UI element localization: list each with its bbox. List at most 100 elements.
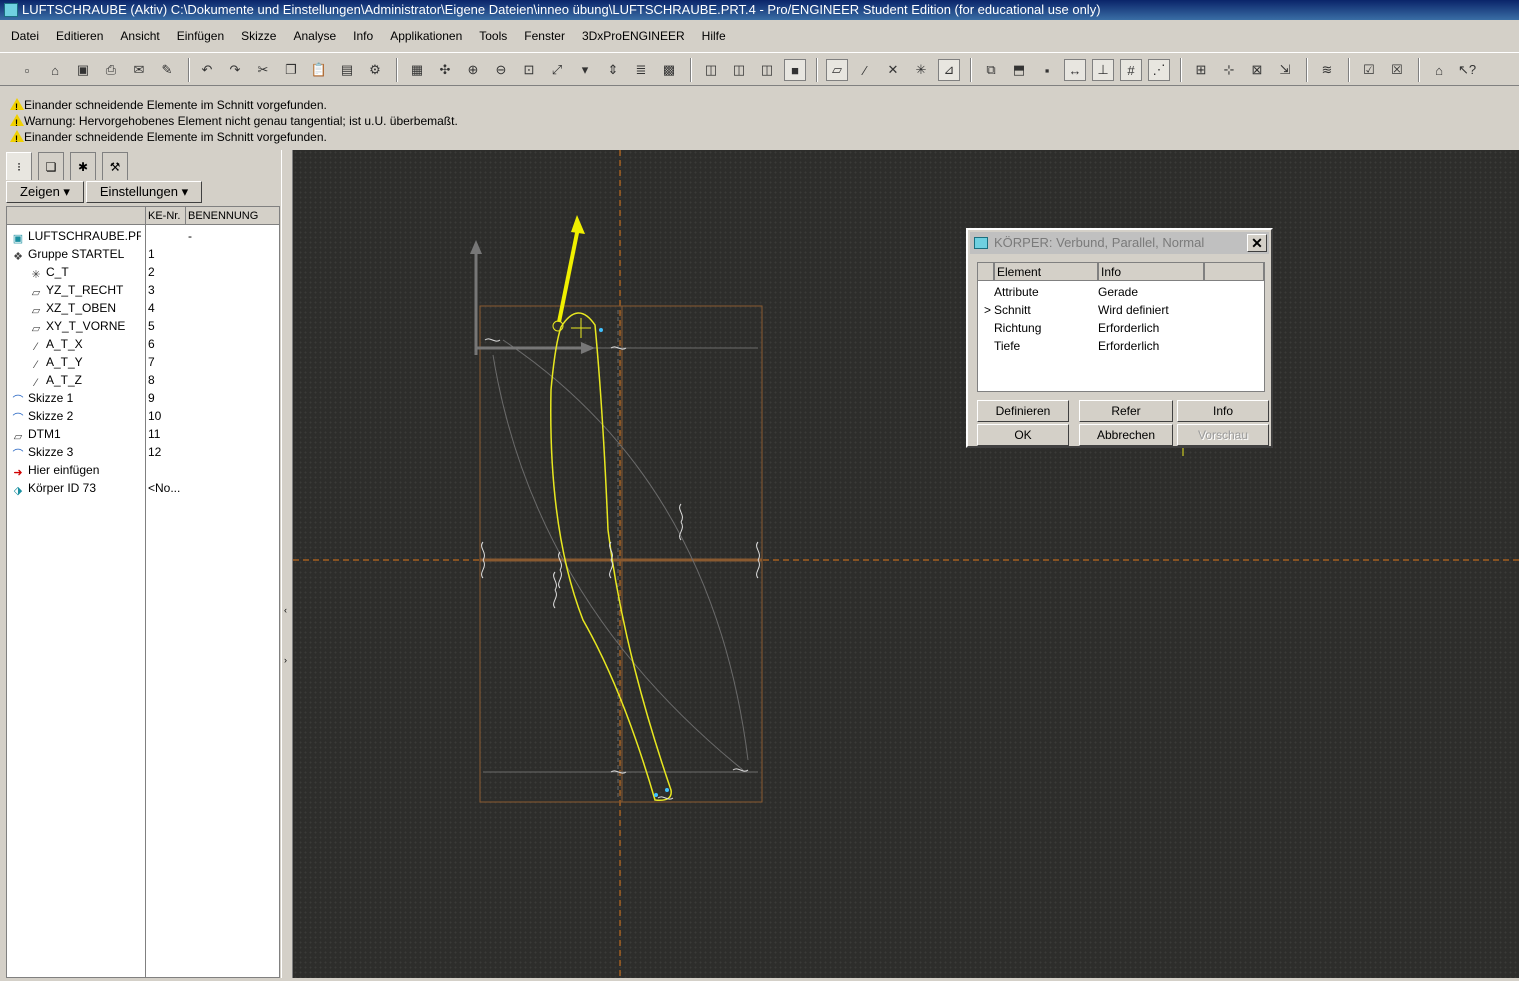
context-help-icon[interactable]: ↖? bbox=[1456, 59, 1478, 81]
show-grid-icon[interactable]: # bbox=[1120, 59, 1142, 81]
element-row[interactable]: Tiefe Erforderlich bbox=[978, 337, 1264, 355]
wireframe-icon[interactable]: ◫ bbox=[700, 59, 722, 81]
tree-item[interactable]: ▱ XZ_T_OBEN 4 bbox=[7, 299, 279, 317]
saved-views-icon[interactable]: ▾ bbox=[574, 59, 596, 81]
menu-ansicht[interactable]: Ansicht bbox=[109, 26, 165, 46]
tree-item[interactable]: ▣ LUFTSCHRAUBE.PRT - bbox=[7, 227, 279, 245]
tab-folder-browser[interactable]: ❏ bbox=[38, 152, 64, 180]
datum-axes-icon[interactable]: ⁄ bbox=[854, 59, 876, 81]
column-header-name[interactable]: BENENNUNG bbox=[185, 207, 279, 225]
refit-icon[interactable]: ⊡ bbox=[518, 59, 540, 81]
info-button[interactable]: Info bbox=[1177, 400, 1269, 422]
tree-item[interactable]: ⁄ A_T_X 6 bbox=[7, 335, 279, 353]
open-folder-icon[interactable]: ⌂ bbox=[44, 59, 66, 81]
preview-button[interactable]: Vorschau bbox=[1177, 424, 1269, 446]
tree-item[interactable]: ▱ YZ_T_RECHT 3 bbox=[7, 281, 279, 299]
menu-skizze[interactable]: Skizze bbox=[230, 26, 282, 46]
sketch-orient-icon[interactable]: ⬒ bbox=[1008, 59, 1030, 81]
refer-button[interactable]: Refer bbox=[1079, 400, 1173, 422]
csys-tool-icon[interactable]: ⇲ bbox=[1274, 59, 1296, 81]
redo-icon[interactable]: ↷ bbox=[224, 59, 246, 81]
datum-plane-tool-icon[interactable]: ⊞ bbox=[1190, 59, 1212, 81]
zoom-in-icon[interactable]: ⊕ bbox=[462, 59, 484, 81]
element-row[interactable]: Attribute Gerade bbox=[978, 283, 1264, 301]
new-file-icon[interactable]: ▫ bbox=[16, 59, 38, 81]
cut-icon[interactable]: ✂ bbox=[252, 59, 274, 81]
column-header-tree[interactable] bbox=[7, 207, 145, 225]
tab-connections[interactable]: ⚒ bbox=[102, 152, 128, 180]
menu-info[interactable]: Info bbox=[342, 26, 379, 46]
sketch-setup-icon[interactable]: ⧉ bbox=[980, 59, 1002, 81]
datum-planes-icon[interactable]: ▱ bbox=[826, 59, 848, 81]
close-window-icon[interactable]: ☒ bbox=[1386, 59, 1408, 81]
tree-item[interactable]: ⬗ Körper ID 73 <No... bbox=[7, 479, 279, 497]
undo-icon[interactable]: ↶ bbox=[196, 59, 218, 81]
close-icon[interactable]: ✕ bbox=[1247, 234, 1267, 252]
column-header-nr[interactable]: KE-Nr. bbox=[145, 207, 185, 225]
tree-item[interactable]: ▱ DTM1 11 bbox=[7, 425, 279, 443]
settings-dropdown-button[interactable]: Einstellungen ▾ bbox=[86, 181, 202, 203]
column-header-element[interactable]: Element bbox=[994, 263, 1098, 281]
tree-item[interactable]: ⌒ Skizze 1 9 bbox=[7, 389, 279, 407]
layers-icon[interactable]: ≣ bbox=[630, 59, 652, 81]
dialog-title-bar[interactable]: KÖRPER: Verbund, Parallel, Normal ✕ bbox=[970, 232, 1269, 254]
home-icon[interactable]: ⌂ bbox=[1428, 59, 1450, 81]
menu-analyse[interactable]: Analyse bbox=[282, 26, 342, 46]
regenerate-icon[interactable]: ⚙ bbox=[364, 59, 386, 81]
shading-icon[interactable]: ■ bbox=[784, 59, 806, 81]
menu-einfuegen[interactable]: Einfügen bbox=[166, 26, 230, 46]
save-icon[interactable]: ▣ bbox=[72, 59, 94, 81]
menu-fenster[interactable]: Fenster bbox=[513, 26, 571, 46]
datum-points-icon[interactable]: ✕ bbox=[882, 59, 904, 81]
menu-tools[interactable]: Tools bbox=[468, 26, 513, 46]
menu-3dxproengineer[interactable]: 3DxProENGINEER bbox=[571, 26, 691, 46]
tree-item[interactable]: ⌒ Skizze 3 12 bbox=[7, 443, 279, 461]
column-header-info[interactable]: Info bbox=[1098, 263, 1204, 281]
tree-item[interactable]: ⁄ A_T_Y 7 bbox=[7, 353, 279, 371]
menu-datei[interactable]: Datei bbox=[0, 26, 45, 46]
tab-model-tree[interactable]: ⁝ bbox=[6, 152, 32, 180]
view-orientation-icon[interactable]: ⇕ bbox=[602, 59, 624, 81]
analysis-icon[interactable]: ≋ bbox=[1316, 59, 1338, 81]
send-mail-icon[interactable]: ✉ bbox=[128, 59, 150, 81]
copy-icon[interactable]: ❐ bbox=[280, 59, 302, 81]
annotations-icon[interactable]: ⊿ bbox=[938, 59, 960, 81]
show-dropdown-button[interactable]: Zeigen ▾ bbox=[6, 181, 84, 203]
zoom-out-icon[interactable]: ⊖ bbox=[490, 59, 512, 81]
tree-item[interactable]: ⌒ Skizze 2 10 bbox=[7, 407, 279, 425]
expand-right-icon[interactable]: › bbox=[284, 655, 287, 665]
paste-special-icon[interactable]: ▤ bbox=[336, 59, 358, 81]
show-constraints-icon[interactable]: ⊥ bbox=[1092, 59, 1114, 81]
define-button[interactable]: Definieren bbox=[977, 400, 1069, 422]
tree-item[interactable]: ✳ C_T 2 bbox=[7, 263, 279, 281]
show-vertices-icon[interactable]: ⋰ bbox=[1148, 59, 1170, 81]
tree-item[interactable]: ▱ XY_T_VORNE 5 bbox=[7, 317, 279, 335]
datum-point-tool-icon[interactable]: ⊠ bbox=[1246, 59, 1268, 81]
datum-axis-tool-icon[interactable]: ⊹ bbox=[1218, 59, 1240, 81]
no-hidden-icon[interactable]: ◫ bbox=[756, 59, 778, 81]
ok-button[interactable]: OK bbox=[977, 424, 1069, 446]
coordinate-systems-icon[interactable]: ✳ bbox=[910, 59, 932, 81]
tree-item[interactable]: ❖ Gruppe STARTEL 1 bbox=[7, 245, 279, 263]
print-icon[interactable]: ⎙ bbox=[100, 59, 122, 81]
element-row[interactable]: Richtung Erforderlich bbox=[978, 319, 1264, 337]
accept-icon[interactable]: ☑ bbox=[1358, 59, 1380, 81]
show-dimensions-icon[interactable]: ↔ bbox=[1064, 59, 1086, 81]
edit-icon[interactable]: ✎ bbox=[156, 59, 178, 81]
tree-item[interactable]: ➜ Hier einfügen bbox=[7, 461, 279, 479]
tree-item[interactable]: ⁄ A_T_Z 8 bbox=[7, 371, 279, 389]
menu-hilfe[interactable]: Hilfe bbox=[691, 26, 732, 46]
menu-applikationen[interactable]: Applikationen bbox=[379, 26, 468, 46]
sketch-references-icon[interactable]: ▪ bbox=[1036, 59, 1058, 81]
cancel-button[interactable]: Abbrechen bbox=[1079, 424, 1173, 446]
repaint-icon[interactable]: ▦ bbox=[406, 59, 428, 81]
sketch-canvas[interactable] bbox=[293, 150, 1519, 978]
paste-icon[interactable]: 📋 bbox=[308, 59, 330, 81]
tab-favorites[interactable]: ✱ bbox=[70, 152, 96, 180]
panel-splitter[interactable]: ‹ › bbox=[281, 150, 293, 978]
view-manager-icon[interactable]: ▩ bbox=[658, 59, 680, 81]
reorient-icon[interactable]: ⤢ bbox=[546, 59, 568, 81]
hidden-line-icon[interactable]: ◫ bbox=[728, 59, 750, 81]
menu-editieren[interactable]: Editieren bbox=[45, 26, 109, 46]
element-row[interactable]: > Schnitt Wird definiert bbox=[978, 301, 1264, 319]
